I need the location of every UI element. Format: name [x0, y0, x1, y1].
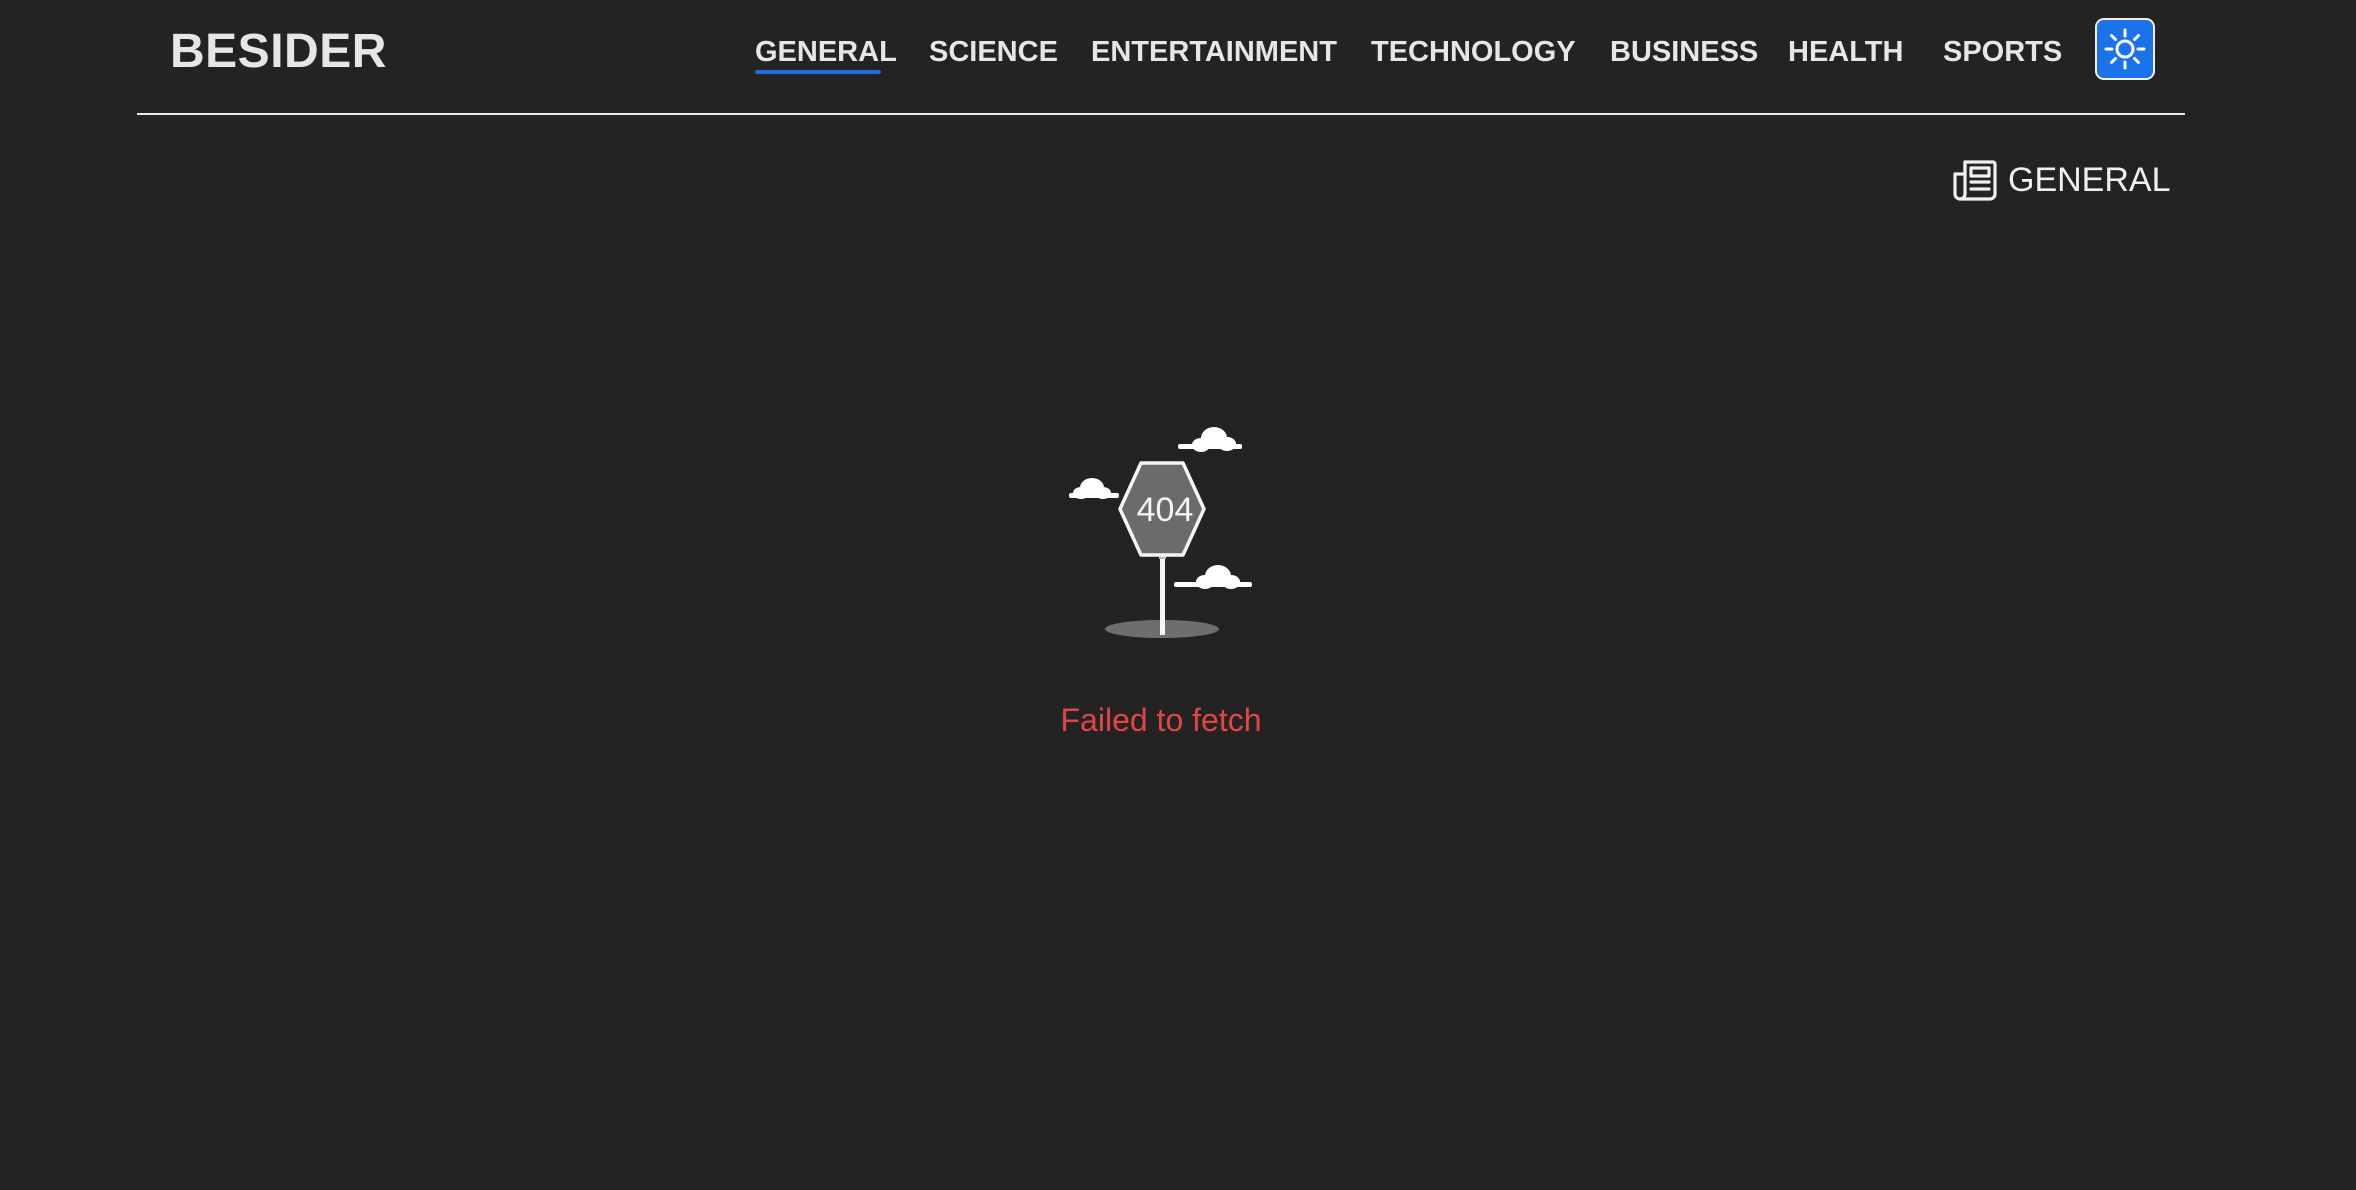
category-title: GENERAL [2008, 161, 2171, 199]
nav-item-business[interactable]: BUSINESS [1610, 30, 1758, 74]
cloud-right [1174, 565, 1252, 589]
sun-icon [2104, 28, 2146, 70]
nav-item-general[interactable]: GENERAL [755, 30, 897, 74]
nav-item-science[interactable]: SCIENCE [929, 30, 1058, 74]
nav-item-health[interactable]: HEALTH [1788, 30, 1903, 74]
sign-pole [1160, 553, 1165, 635]
nav-item-technology[interactable]: TECHNOLOGY [1371, 30, 1576, 74]
theme-toggle-button[interactable] [2095, 18, 2155, 80]
nav-item-sports[interactable]: SPORTS [1943, 30, 2062, 74]
newspaper-icon [1953, 160, 1997, 201]
category-nav: GENERAL SCIENCE ENTERTAINMENT TECHNOLOGY… [137, 30, 2185, 74]
current-category: GENERAL [1952, 156, 2171, 204]
error-message: Failed to fetch [1060, 702, 1262, 738]
cloud-top [1178, 427, 1242, 452]
nav-item-entertainment[interactable]: ENTERTAINMENT [1091, 30, 1337, 74]
error-code: 404 [1136, 491, 1194, 529]
header: BESIDER GENERAL SCIENCE ENTERTAINMENT TE… [137, 0, 2185, 115]
active-tab-indicator [755, 70, 881, 74]
